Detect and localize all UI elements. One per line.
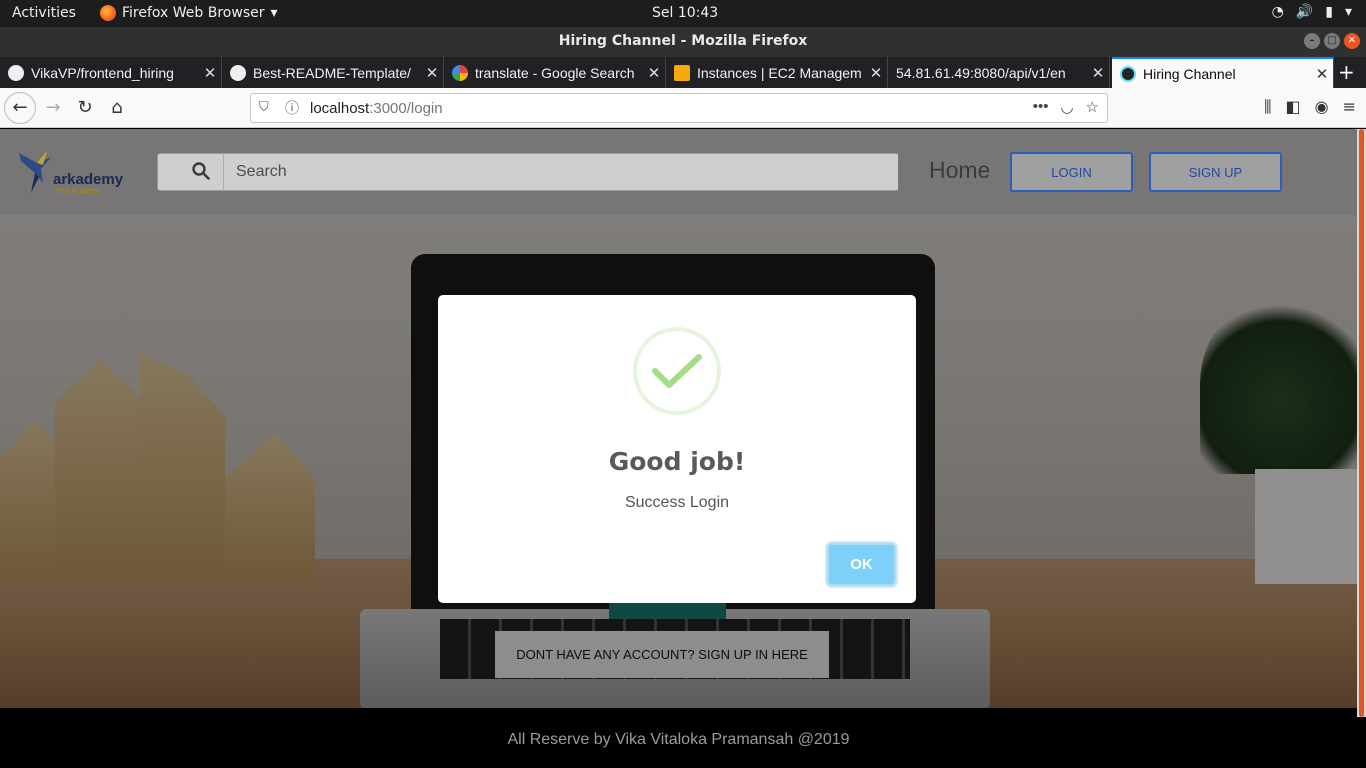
maximize-button[interactable]: □ — [1324, 33, 1340, 49]
close-tab-icon[interactable]: ✕ — [1311, 65, 1333, 83]
hummingbird-icon — [19, 151, 51, 193]
app-menu-label: Firefox Web Browser — [122, 5, 265, 21]
clock[interactable]: Sel 10:43 — [652, 5, 718, 21]
app-menu[interactable]: Firefox Web Browser ▾ — [100, 5, 278, 21]
url-text[interactable]: localhost:3000/login — [310, 100, 443, 117]
tab-label: VikaVP/frontend_hiring — [31, 64, 174, 81]
close-tab-icon[interactable]: ✕ — [199, 64, 221, 82]
github-icon — [8, 64, 24, 81]
close-tab-icon[interactable]: ✕ — [643, 64, 665, 82]
forward-button[interactable]: → — [38, 93, 68, 123]
tab-label: Hiring Channel — [1143, 65, 1236, 82]
checkmark-icon — [652, 354, 702, 388]
aws-icon — [674, 64, 690, 81]
tab-google-translate[interactable]: translate - Google Search ✕ — [444, 57, 666, 88]
logo-brand: arkademy — [53, 171, 124, 188]
system-tray[interactable]: ◔ 🔊 ▮ ▾ — [1272, 4, 1352, 20]
tab-github-readme[interactable]: Best-README-Template/ ✕ — [222, 57, 444, 88]
window-title: Hiring Channel - Mozilla Firefox — [558, 33, 808, 49]
firefox-icon — [100, 5, 116, 21]
tab-label: 54.81.61.49:8080/api/v1/en — [896, 64, 1066, 81]
logo-tagline: Tech Academy — [55, 188, 101, 195]
close-window-button[interactable]: ✕ — [1344, 33, 1360, 49]
window-titlebar: Hiring Channel - Mozilla Firefox – □ ✕ — [0, 27, 1366, 57]
close-tab-icon[interactable]: ✕ — [421, 64, 443, 82]
hamburger-menu-icon[interactable]: ≡ — [1343, 97, 1356, 117]
sidebar-icon[interactable]: ◧ — [1286, 97, 1301, 117]
dialog-message: Success Login — [624, 494, 730, 511]
close-tab-icon[interactable]: ✕ — [1087, 64, 1109, 82]
system-top-bar: Activities Firefox Web Browser ▾ Sel 10:… — [0, 0, 1366, 27]
tab-label: Best-README-Template/ — [253, 64, 411, 81]
library-icon[interactable]: ⫼ — [1264, 97, 1271, 117]
dialog-title: Good job! — [608, 447, 746, 476]
tab-ec2[interactable]: Instances | EC2 Managem ✕ — [666, 57, 888, 88]
account-icon[interactable]: ◉ — [1315, 97, 1329, 117]
ok-button[interactable]: OK — [827, 543, 896, 586]
page-scrollbar[interactable] — [1357, 129, 1366, 717]
minimize-button[interactable]: – — [1304, 33, 1320, 49]
signup-button[interactable]: SIGN UP — [1149, 152, 1282, 192]
close-tab-icon[interactable]: ✕ — [865, 64, 887, 82]
google-icon — [452, 64, 468, 81]
back-button[interactable]: ← — [4, 92, 36, 124]
search-icon[interactable] — [192, 162, 210, 180]
tab-label: translate - Google Search — [475, 64, 635, 81]
login-button[interactable]: LOGIN — [1010, 152, 1133, 192]
chevron-down-icon: ▾ — [1344, 4, 1352, 20]
reload-button[interactable]: ↻ — [70, 93, 100, 123]
site-footer: All Reserve by Vika Vitaloka Pramansah @… — [0, 708, 1357, 768]
search-input[interactable] — [223, 154, 898, 190]
battery-icon: ▮ — [1325, 4, 1333, 20]
search-box[interactable] — [157, 153, 898, 191]
navigation-toolbar: ← → ↻ ⌂ ⛉ ⓘ localhost:3000/login ••• ◡ ☆… — [0, 88, 1366, 128]
activities-button[interactable]: Activities — [12, 5, 76, 21]
pocket-icon[interactable]: ◡ — [1060, 98, 1073, 116]
tab-hiring-channel[interactable]: Hiring Channel ✕ — [1112, 57, 1334, 88]
shield-icon[interactable]: ⛉ — [259, 99, 269, 115]
react-icon — [1120, 65, 1136, 82]
page-actions-icon[interactable]: ••• — [1033, 98, 1049, 116]
bookmark-star-icon[interactable]: ☆ — [1086, 98, 1099, 116]
github-icon — [230, 64, 246, 81]
success-dialog: Good job! Success Login OK — [438, 295, 916, 603]
url-host: localhost — [310, 100, 370, 117]
tab-bar: VikaVP/frontend_hiring ✕ Best-README-Tem… — [0, 57, 1366, 88]
volume-icon: 🔊 — [1295, 4, 1314, 20]
success-check-icon — [633, 327, 721, 415]
nav-home-link[interactable]: Home — [929, 157, 990, 184]
info-icon[interactable]: ⓘ — [285, 98, 299, 118]
signup-prompt-button[interactable]: DONT HAVE ANY ACCOUNT? SIGN UP IN HERE — [495, 631, 829, 678]
tab-github-frontend[interactable]: VikaVP/frontend_hiring ✕ — [0, 57, 222, 88]
scrollbar-thumb[interactable] — [1359, 129, 1364, 717]
new-tab-button[interactable]: + — [1338, 60, 1355, 84]
wifi-icon: ◔ — [1271, 4, 1284, 20]
url-bar[interactable]: ⛉ ⓘ localhost:3000/login ••• ◡ ☆ — [250, 93, 1108, 123]
tab-api[interactable]: 54.81.61.49:8080/api/v1/en ✕ — [888, 57, 1110, 88]
home-button[interactable]: ⌂ — [102, 93, 132, 123]
arkademy-logo[interactable]: arkademy Tech Academy — [17, 149, 132, 201]
url-path: :3000/login — [369, 100, 443, 117]
tab-label: Instances | EC2 Managem — [697, 64, 862, 81]
chevron-down-icon: ▾ — [270, 5, 278, 21]
